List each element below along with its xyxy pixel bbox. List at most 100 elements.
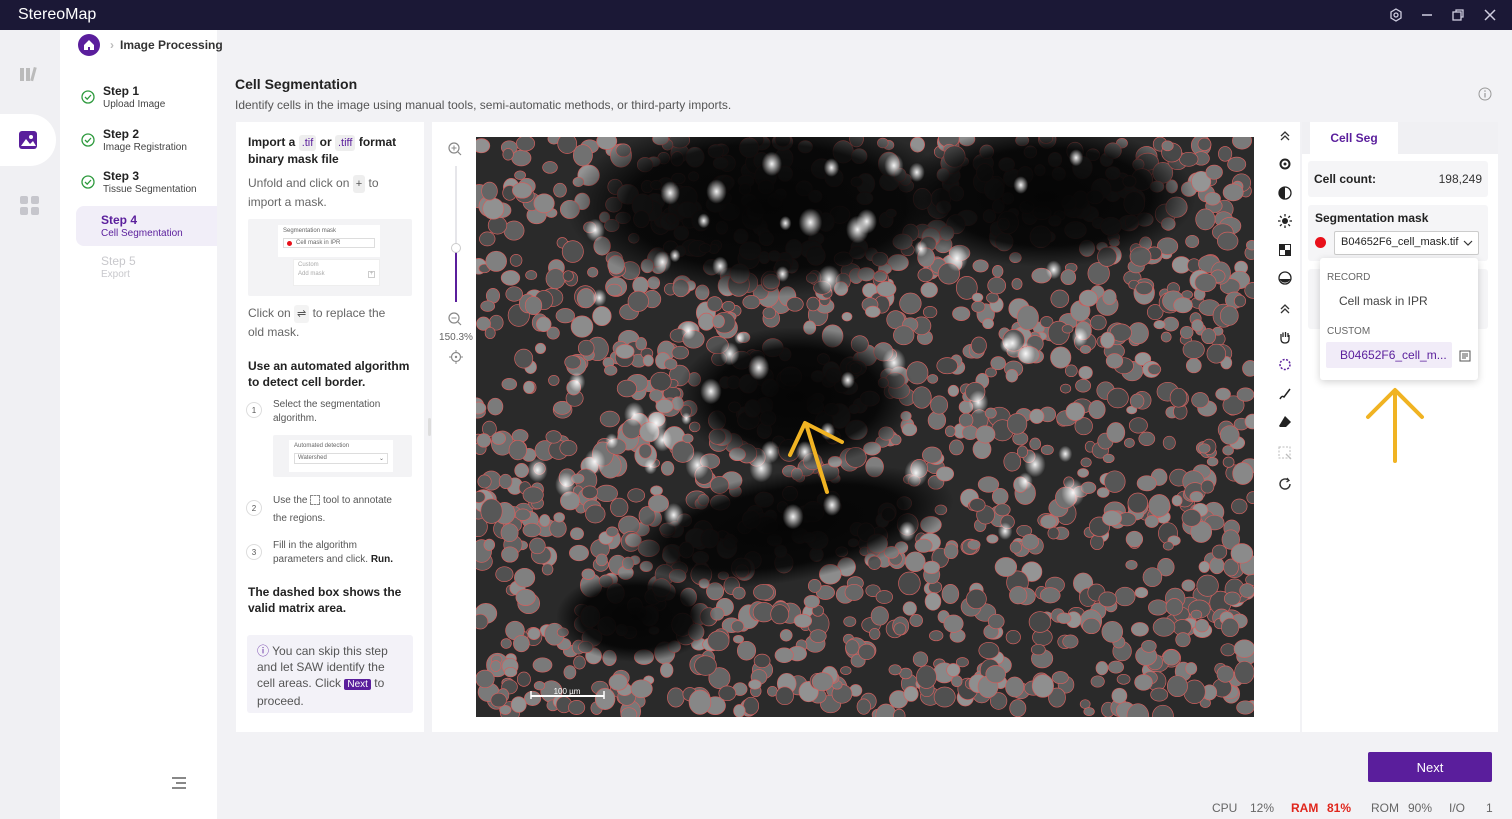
cell-outline [483,538,496,551]
cell-outline [1065,402,1086,421]
step-4[interactable]: Step 4 Cell Segmentation [76,206,217,246]
cell-outline [570,315,594,338]
bright-nucleus [823,158,840,177]
bright-nucleus [681,412,692,425]
contrast-icon[interactable] [1276,184,1294,202]
cell-outline [985,367,997,378]
cell-outline [1153,320,1166,330]
cell-outline [581,568,596,580]
tab-cell-seg[interactable]: Cell Seg [1310,122,1398,154]
hand-pan-icon[interactable] [1276,328,1294,346]
cell-count-card: Cell count: 198,249 [1308,161,1488,197]
eraser-icon[interactable] [1276,413,1294,431]
close-icon[interactable] [1476,0,1504,30]
check-circle-icon [81,133,95,147]
zoom-out-icon[interactable] [448,312,462,331]
cell-outline [1165,598,1184,616]
cell-outline [793,613,813,628]
cell-count-label: Cell count: [1314,172,1376,186]
substep-1-text: Select the segmentation algorithm. [273,399,381,424]
cell-outline [1222,456,1235,468]
cell-outline [1050,346,1072,369]
cell-outline [1100,331,1115,349]
chevron-down-icon [1463,240,1473,246]
lasso-icon[interactable] [1276,356,1294,374]
substep-3-text: Fill in the algorithm parameters and clic… [273,540,394,565]
grid-toggle-icon[interactable] [1276,241,1294,259]
step-2[interactable]: Step 2 Image Registration [78,127,215,167]
cell-outline [514,463,529,478]
cell-outline [555,308,575,324]
cell-outline [1206,343,1227,364]
mask-dropdown-menu: RECORD Cell mask in IPR CUSTOM B04652F6_… [1320,258,1478,380]
cell-outline [1114,586,1136,607]
image-viewer[interactable]: 100 µm [476,137,1254,717]
step-number-1: 1 [246,402,262,418]
collapse-up-icon[interactable] [1276,127,1294,145]
step-3[interactable]: Step 3 Tissue Segmentation [78,169,215,209]
cell-outline [501,377,518,391]
refresh-icon[interactable] [1276,475,1294,493]
record-option-cell-mask[interactable]: Cell mask in IPR [1339,294,1428,308]
apps-icon[interactable] [0,180,60,232]
collapse-menu-icon[interactable] [171,776,187,795]
edit-mask-icon[interactable] [1459,349,1471,367]
algorithm-preview-thumbnail: Automated detection Watershed ⌄ [273,435,412,477]
select-region-icon[interactable] [1276,444,1294,462]
cell-outline [1181,509,1202,527]
cell-outline [786,297,804,312]
panel-resize-handle[interactable] [428,418,431,436]
substep-2-text: Use the tool to annotate the regions. [273,495,392,524]
next-button[interactable]: Next [1368,752,1492,782]
brightness-icon[interactable] [1276,212,1294,230]
mini-add-mask: Add mask [298,271,325,277]
cell-outline [762,306,777,320]
cell-outline [914,538,933,553]
brush-icon[interactable] [1276,385,1294,403]
zoom-slider-track[interactable] [455,166,457,302]
cell-outline [515,588,536,606]
cell-outline [541,563,554,576]
cell-outline [1127,492,1149,514]
cell-outline [958,412,974,428]
bright-nucleus [1045,260,1062,280]
cell-outline [929,630,944,642]
zoom-in-icon[interactable] [448,142,462,161]
collapse-up-icon-2[interactable] [1276,300,1294,318]
opacity-drop-icon[interactable] [1276,269,1294,287]
bright-nucleus [681,322,696,340]
restore-icon[interactable] [1444,0,1472,30]
minimize-icon[interactable] [1413,0,1441,30]
cell-outline [951,675,963,688]
cell-outline [1021,533,1040,550]
cell-outline [922,560,941,575]
cell-outline [1029,408,1045,424]
step-1[interactable]: Step 1 Upload Image [78,84,215,124]
step-5: Step 5 Export [78,254,215,294]
cell-outline [1009,540,1023,554]
cell-outline [694,655,717,676]
recenter-icon[interactable] [449,350,463,369]
bright-nucleus [1069,149,1084,167]
image-processing-nav-icon[interactable] [0,114,56,166]
custom-option-mask[interactable]: B04652F6_cell_m... [1326,342,1452,368]
mask-select[interactable]: B04652F6_cell_mask.tif [1334,231,1479,255]
cell-outline [529,537,546,555]
library-icon[interactable] [0,48,60,100]
cell-outline [500,523,519,543]
cell-outline [498,473,513,489]
cell-outline [514,567,536,588]
home-icon[interactable] [78,34,100,56]
cell-outline [1175,632,1191,648]
cell-outline [1234,660,1254,685]
info-icon[interactable] [1478,87,1492,106]
bright-nucleus [1061,478,1085,507]
cell-outline [1222,445,1234,456]
cell-outline [514,170,526,181]
mask-color-dot[interactable] [1315,237,1326,248]
zoom-slider-handle[interactable] [451,242,461,253]
cell-outline [899,292,922,315]
bright-nucleus [761,151,782,177]
gear-adjust-icon[interactable] [1276,155,1294,173]
settings-icon[interactable] [1382,0,1410,30]
